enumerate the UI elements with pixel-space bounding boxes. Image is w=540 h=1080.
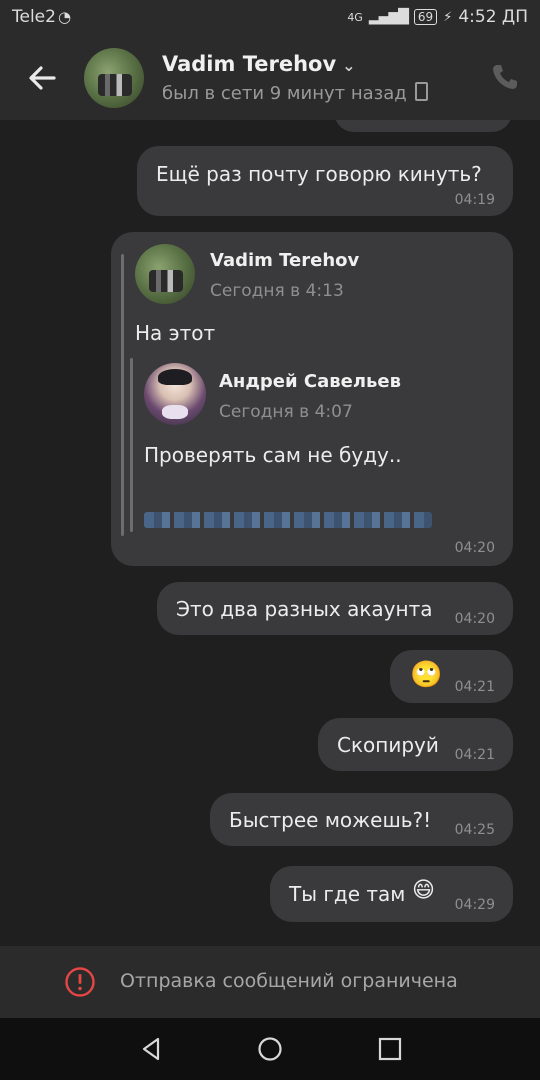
contact-status-text: был в сети 9 минут назад xyxy=(162,83,407,104)
blurred-link xyxy=(144,512,432,528)
clock: 4:52 ДП xyxy=(458,7,528,27)
message-time: 04:21 xyxy=(454,679,495,695)
triangle-back-icon[interactable] xyxy=(136,1034,166,1064)
forward-text: На этот xyxy=(135,321,216,345)
contact-name[interactable]: Vadim Terehov ⌄ xyxy=(162,52,356,76)
back-arrow-icon[interactable] xyxy=(22,58,62,98)
rolling-eyes-emoji: 🙄 xyxy=(410,660,443,690)
nested-forward-author[interactable]: Андрей Савельев xyxy=(219,371,401,392)
battery-icon: 69 xyxy=(413,9,438,25)
forward-date: Сегодня в 4:13 xyxy=(210,281,344,301)
signal-icon: ▂▄▆█ xyxy=(368,9,409,25)
message-text: Быстрее можешь?! xyxy=(229,808,432,832)
message-time: 04:20 xyxy=(454,540,495,556)
message-time: 04:29 xyxy=(454,897,495,913)
message-bubble[interactable]: Скопируй 04:21 xyxy=(318,718,513,771)
square-recent-icon[interactable] xyxy=(375,1034,405,1064)
nested-forward-date: Сегодня в 4:07 xyxy=(219,402,353,422)
charging-icon: ⚡ xyxy=(443,9,453,25)
message-time: 04:19 xyxy=(454,192,495,208)
message-time: 04:25 xyxy=(454,822,495,838)
status-bar: Tele2 ◔ 4G ▂▄▆█ 69 ⚡ 4:52 ДП xyxy=(0,0,540,36)
circle-home-icon[interactable] xyxy=(255,1034,285,1064)
message-text: Ты где там xyxy=(289,882,406,906)
nested-forward-bar xyxy=(130,358,133,532)
chat-header: Vadim Terehov ⌄ был в сети 9 минут назад xyxy=(0,36,540,120)
alert-circle-icon xyxy=(65,967,95,997)
message-time: 04:21 xyxy=(454,747,495,763)
message-bubble[interactable]: Ещё раз почту говорю кинуть? 04:19 xyxy=(137,146,513,216)
message-time: 04:20 xyxy=(454,611,495,627)
forward-avatar[interactable] xyxy=(135,244,195,304)
contact-status: был в сети 9 минут назад xyxy=(162,82,428,104)
status-right: 4G ▂▄▆█ 69 ⚡ 4:52 ДП xyxy=(347,7,528,27)
restriction-bar: Отправка сообщений ограничена xyxy=(0,946,540,1018)
chevron-down-icon[interactable]: ⌄ xyxy=(342,56,355,75)
carrier-logo-icon: ◔ xyxy=(57,8,72,26)
restriction-text: Отправка сообщений ограничена xyxy=(120,970,458,992)
grinning-emoji: 😄 xyxy=(412,878,435,903)
message-text: Это два разных акаунта xyxy=(176,597,433,621)
carrier-label: Tele2 ◔ xyxy=(12,7,72,27)
message-bubble[interactable]: Ты где там 😄 04:29 xyxy=(270,866,513,922)
forward-author[interactable]: Vadim Terehov xyxy=(210,250,359,271)
system-nav-bar xyxy=(0,1018,540,1080)
message-list[interactable]: Ещё раз почту говорю кинуть? 04:19 Vadim… xyxy=(0,120,540,946)
forwarded-message-bubble[interactable]: Vadim Terehov Сегодня в 4:13 На этот Анд… xyxy=(111,232,513,566)
avatar[interactable] xyxy=(84,48,144,108)
message-bubble[interactable]: Быстрее можешь?! 04:25 xyxy=(210,793,513,846)
nested-forward-text: Проверять сам не буду.. xyxy=(144,443,402,467)
nested-forward-avatar[interactable] xyxy=(144,363,206,425)
message-bubble[interactable]: 🙄 04:21 xyxy=(390,650,513,703)
contact-name-text: Vadim Terehov xyxy=(162,52,337,76)
forward-bar xyxy=(121,254,124,536)
message-text: Скопируй xyxy=(337,733,439,757)
message-bubble-cropped xyxy=(334,120,512,132)
mobile-device-icon xyxy=(414,82,428,101)
network-label: 4G xyxy=(347,10,363,24)
phone-icon[interactable] xyxy=(490,62,520,92)
message-bubble[interactable]: Это два разных акаунта 04:20 xyxy=(157,582,513,635)
message-text: Ещё раз почту говорю кинуть? xyxy=(156,162,482,186)
